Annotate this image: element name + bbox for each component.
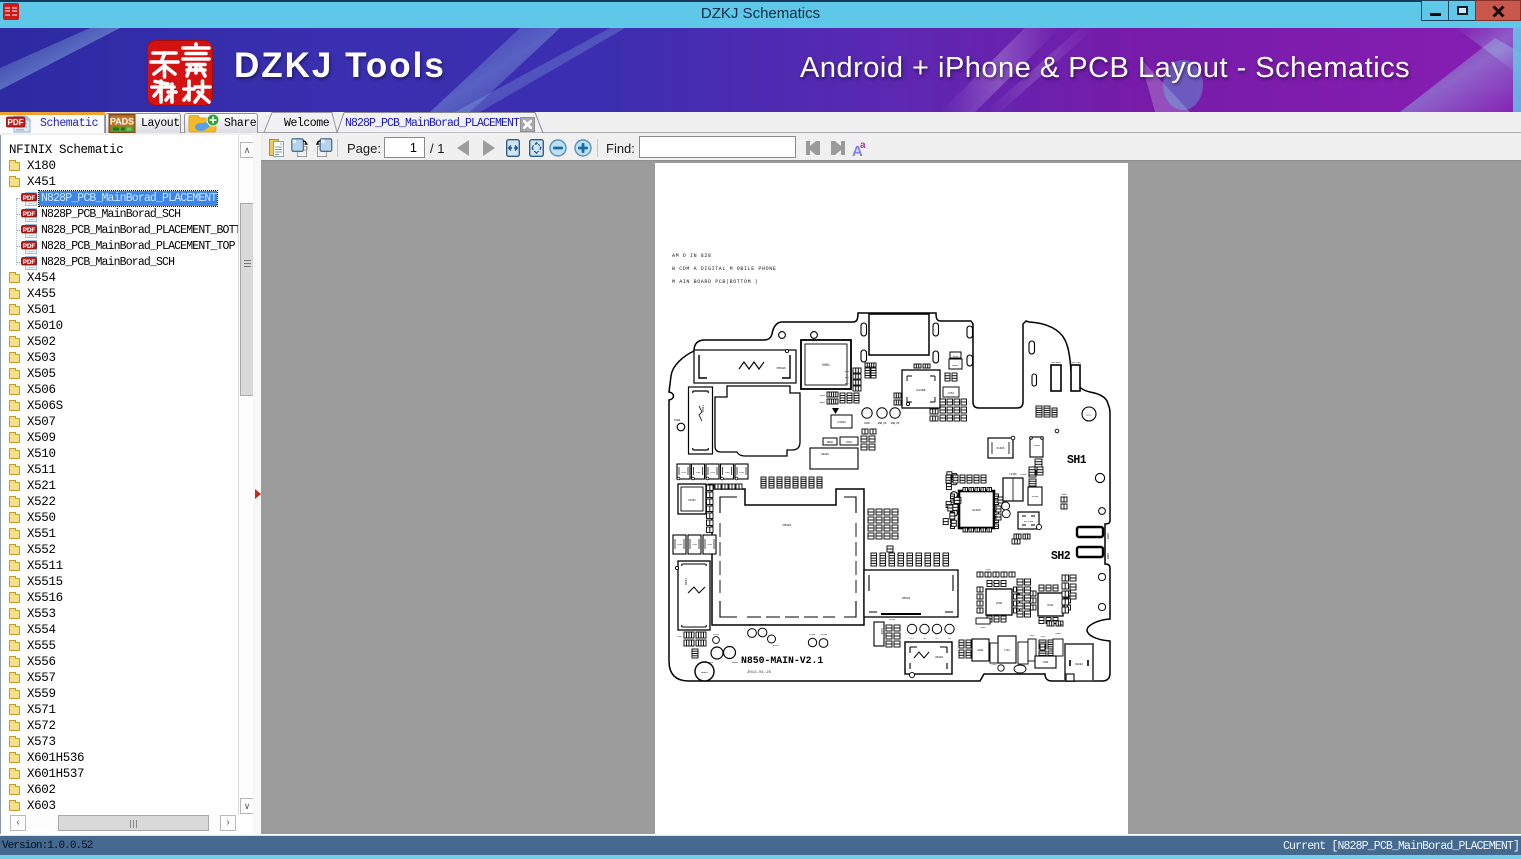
svg-text:T800: T800	[684, 578, 687, 585]
svg-text:U700: U700	[996, 602, 1003, 605]
svg-text:PDF: PDF	[8, 118, 24, 127]
svg-text:K1306: K1306	[997, 447, 1005, 450]
svg-text:B1017: B1017	[773, 644, 780, 647]
svg-text:C259: C259	[1059, 623, 1065, 626]
svg-text:ANT1003: ANT1003	[1051, 361, 1061, 364]
svg-text:L712: L712	[1004, 649, 1010, 652]
svg-text:R852: R852	[820, 401, 826, 404]
svg-text:T808: T808	[674, 419, 681, 422]
svg-text:L1306: L1306	[1009, 473, 1017, 476]
svg-text:U1305: U1305	[972, 509, 981, 512]
svg-text:U701: U701	[1047, 604, 1054, 607]
svg-text:CA04: CA04	[880, 628, 883, 635]
svg-text:TP403: TP403	[889, 618, 896, 621]
svg-text:FB407: FB407	[952, 364, 959, 367]
svg-text:PDF: PDF	[23, 243, 36, 250]
svg-text:PADS: PADS	[110, 117, 134, 127]
svg-text:N850-MAIN-V2.1: N850-MAIN-V2.1	[741, 655, 823, 666]
svg-text:CM601: CM601	[782, 524, 791, 527]
svg-text:V805: V805	[864, 422, 870, 425]
svg-text:TP106: TP106	[809, 633, 816, 636]
svg-text:R81: R81	[845, 376, 850, 379]
svg-text:R83: R83	[845, 388, 850, 391]
svg-text:U1303: U1303	[688, 499, 696, 502]
svg-text:M AIN BOARD PCB(BOTTOM ): M AIN BOARD PCB(BOTTOM )	[672, 279, 758, 285]
svg-text:CM60A: CM60A	[776, 367, 785, 370]
svg-text:CN200: CN200	[935, 656, 943, 659]
svg-text:SIM2: SIM2	[1106, 553, 1109, 560]
svg-text:V812: V812	[677, 635, 683, 638]
svg-text:PDF: PDF	[23, 211, 36, 218]
svg-text:A0803: A0803	[732, 661, 739, 664]
svg-text:SH1: SH1	[1067, 454, 1087, 467]
svg-text:U801: U801	[822, 363, 830, 367]
svg-text:A0804: A0804	[701, 671, 708, 674]
svg-text:TP305: TP305	[821, 633, 828, 636]
svg-text:R000: R000	[1062, 493, 1068, 496]
svg-text:CN002: CN002	[821, 453, 829, 456]
svg-text:FIL1306: FIL1306	[1024, 520, 1034, 523]
svg-text:a: a	[860, 140, 866, 151]
svg-text:SIM1: SIM1	[1106, 533, 1109, 540]
svg-text:R002: R002	[827, 441, 833, 444]
svg-text:R702: R702	[980, 626, 986, 629]
svg-text:C454: C454	[948, 392, 954, 395]
svg-text:C306: C306	[1043, 661, 1049, 664]
svg-text:K038: K038	[1030, 634, 1036, 637]
svg-text:WK02: WK02	[1086, 414, 1092, 417]
svg-text:USB_ON: USB_ON	[878, 422, 887, 425]
svg-text:R80: R80	[845, 370, 850, 373]
svg-text:C261: C261	[1041, 635, 1047, 638]
svg-text:PDF: PDF	[23, 195, 36, 202]
svg-text:U1306: U1306	[916, 389, 925, 392]
svg-text:R815: R815	[953, 355, 959, 358]
svg-text:LCD301: LCD301	[837, 421, 846, 424]
svg-text:PDF: PDF	[23, 259, 36, 266]
svg-text:C706: C706	[986, 568, 992, 571]
svg-text:W CDM A DIGITAL M OBILE PHONE: W CDM A DIGITAL M OBILE PHONE	[672, 266, 776, 272]
svg-text:C264: C264	[992, 663, 998, 666]
svg-text:CH802: CH802	[1075, 663, 1083, 666]
svg-text:Y1300: Y1300	[1033, 444, 1040, 447]
svg-text:TP320: TP320	[713, 633, 720, 636]
svg-text:C045: C045	[846, 441, 852, 444]
svg-text:R82: R82	[845, 382, 850, 385]
svg-text:U002: U002	[978, 649, 984, 652]
svg-text:TP318: TP318	[749, 623, 756, 626]
svg-text:USB_OP: USB_OP	[891, 422, 900, 425]
svg-text:TP317: TP317	[760, 623, 767, 626]
svg-text:T802: T802	[701, 405, 704, 412]
svg-text:ANT KBW: ANT KBW	[1071, 361, 1081, 364]
svg-text:CM801: CM801	[902, 597, 911, 600]
svg-text:C840: C840	[820, 394, 826, 397]
svg-text:2013.01.25: 2013.01.25	[747, 671, 772, 675]
svg-text:C1303: C1303	[1020, 473, 1027, 476]
svg-text:K1005: K1005	[1032, 495, 1039, 498]
svg-text:PDF: PDF	[23, 227, 36, 234]
svg-text:SH2: SH2	[1051, 550, 1071, 563]
svg-text:AM O IN 828: AM O IN 828	[672, 253, 712, 259]
svg-text:FM05: FM05	[1056, 632, 1062, 635]
